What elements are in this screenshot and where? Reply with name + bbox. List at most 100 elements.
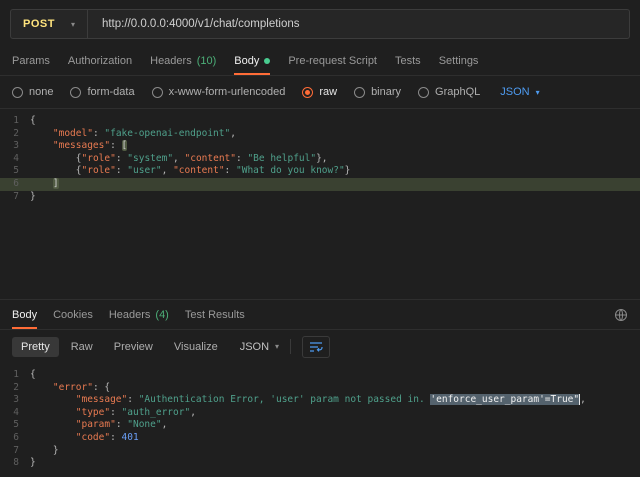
code-line-content: { xyxy=(30,369,36,382)
chevron-down-icon: ▾ xyxy=(275,342,279,351)
response-tabs: Body Cookies Headers(4) Test Results xyxy=(12,300,245,329)
request-body-editor[interactable]: 1{2 "model": "fake-openai-endpoint",3 "m… xyxy=(0,109,640,299)
radio-label: raw xyxy=(319,86,337,98)
network-icon[interactable] xyxy=(614,308,628,322)
body-type-row: none form-data x-www-form-urlencoded raw bin… xyxy=(0,76,640,109)
radio-label: none xyxy=(29,86,53,98)
tab-label: Tests xyxy=(395,55,421,67)
tab-count-badge: (10) xyxy=(197,55,217,67)
line-number: 5 xyxy=(0,419,30,432)
view-mode-pretty[interactable]: Pretty xyxy=(12,337,59,357)
url-text: http://0.0.0.0:4000/v1/chat/completions xyxy=(102,18,300,30)
code-line-content: } xyxy=(30,457,36,470)
code-line[interactable]: 1{ xyxy=(0,115,640,128)
radio-label: x-www-form-urlencoded xyxy=(169,86,286,98)
url-input[interactable]: http://0.0.0.0:4000/v1/chat/completions xyxy=(88,10,629,38)
tab-label: Authorization xyxy=(68,55,132,67)
radio-icon xyxy=(70,87,81,98)
code-line-content: {"role": "system", "content": "Be helpfu… xyxy=(30,153,328,166)
tab-label: Params xyxy=(12,55,50,67)
body-type-options: none form-data x-www-form-urlencoded raw bin… xyxy=(12,86,480,98)
response-view-modes: PrettyRawPreviewVisualize xyxy=(12,337,227,357)
body-type-form-data[interactable]: form-data xyxy=(70,86,134,98)
line-number: 4 xyxy=(0,153,30,166)
response-language-label: JSON xyxy=(240,341,269,353)
response-tab-test-results[interactable]: Test Results xyxy=(185,300,245,329)
code-line[interactable]: 1{ xyxy=(0,369,640,382)
request-tab-params[interactable]: Params xyxy=(12,47,50,75)
response-tab-cookies[interactable]: Cookies xyxy=(53,300,93,329)
radio-icon xyxy=(302,87,313,98)
body-type-graphql[interactable]: GraphQL xyxy=(418,86,480,98)
body-type-x-www-form-urlencoded[interactable]: x-www-form-urlencoded xyxy=(152,86,286,98)
request-tab-authorization[interactable]: Authorization xyxy=(68,47,132,75)
method-selector[interactable]: POST ▾ xyxy=(11,10,88,38)
request-tab-body[interactable]: Body xyxy=(234,47,270,75)
tab-label: Settings xyxy=(439,55,479,67)
request-language-selector[interactable]: JSON ▾ xyxy=(500,86,539,98)
response-panel: Body Cookies Headers(4) Test Results Pretty… xyxy=(0,299,640,477)
code-line-content: ] xyxy=(30,178,59,191)
code-line[interactable]: 2 "error": { xyxy=(0,382,640,395)
view-mode-preview[interactable]: Preview xyxy=(105,337,162,357)
code-line-content: } xyxy=(30,445,59,458)
line-number: 3 xyxy=(0,394,30,407)
request-tab-pre-request-script[interactable]: Pre-request Script xyxy=(288,47,377,75)
response-tab-headers[interactable]: Headers(4) xyxy=(109,300,169,329)
code-line[interactable]: 4 {"role": "system", "content": "Be help… xyxy=(0,153,640,166)
wrap-text-icon xyxy=(309,341,323,353)
tab-label: Body xyxy=(12,309,37,321)
code-line-content: "param": "None", xyxy=(30,419,167,432)
code-line[interactable]: 5 "param": "None", xyxy=(0,419,640,432)
line-number: 8 xyxy=(0,457,30,470)
code-line-content: "error": { xyxy=(30,382,110,395)
tab-label: Cookies xyxy=(53,309,93,321)
line-number: 7 xyxy=(0,191,30,204)
code-line-content: { xyxy=(30,115,36,128)
code-line[interactable]: 8} xyxy=(0,457,640,470)
radio-label: GraphQL xyxy=(435,86,480,98)
request-tab-tests[interactable]: Tests xyxy=(395,47,421,75)
request-url-bar: POST ▾ http://0.0.0.0:4000/v1/chat/compl… xyxy=(0,0,640,47)
code-line-content: } xyxy=(30,191,36,204)
code-line[interactable]: 6 ] xyxy=(0,178,640,191)
tab-label: Test Results xyxy=(185,309,245,321)
code-line[interactable]: 3 "message": "Authentication Error, 'use… xyxy=(0,394,640,407)
code-line[interactable]: 7 } xyxy=(0,445,640,458)
green-dot-icon xyxy=(264,58,270,64)
request-tab-headers[interactable]: Headers (10) xyxy=(150,47,216,75)
tab-label: Headers xyxy=(150,55,192,67)
code-line[interactable]: 6 "code": 401 xyxy=(0,432,640,445)
url-group: POST ▾ http://0.0.0.0:4000/v1/chat/compl… xyxy=(10,9,630,39)
code-line[interactable]: 7} xyxy=(0,191,640,204)
code-line[interactable]: 4 "type": "auth_error", xyxy=(0,407,640,420)
code-line-content: "message": "Authentication Error, 'user'… xyxy=(30,394,586,407)
radio-icon xyxy=(12,87,23,98)
line-number: 6 xyxy=(0,432,30,445)
line-number: 6 xyxy=(0,178,30,191)
chevron-down-icon: ▾ xyxy=(71,20,75,29)
line-number: 5 xyxy=(0,165,30,178)
tab-label: Body xyxy=(234,55,259,67)
code-line[interactable]: 5 {"role": "user", "content": "What do y… xyxy=(0,165,640,178)
response-tab-body[interactable]: Body xyxy=(12,300,37,329)
body-type-binary[interactable]: binary xyxy=(354,86,401,98)
response-language-selector[interactable]: JSON ▾ xyxy=(240,341,279,353)
body-type-none[interactable]: none xyxy=(12,86,53,98)
code-line-content: "type": "auth_error", xyxy=(30,407,196,420)
api-client-app: POST ▾ http://0.0.0.0:4000/v1/chat/compl… xyxy=(0,0,640,477)
request-tab-settings[interactable]: Settings xyxy=(439,47,479,75)
code-line-content: "code": 401 xyxy=(30,432,139,445)
code-line[interactable]: 3 "messages": [ xyxy=(0,140,640,153)
view-mode-visualize[interactable]: Visualize xyxy=(165,337,227,357)
body-type-raw[interactable]: raw xyxy=(302,86,337,98)
wrap-text-button[interactable] xyxy=(302,336,330,358)
response-body-editor[interactable]: 1{2 "error": {3 "message": "Authenticati… xyxy=(0,363,640,477)
tab-label: Pre-request Script xyxy=(288,55,377,67)
code-line[interactable]: 2 "model": "fake-openai-endpoint", xyxy=(0,128,640,141)
view-mode-raw[interactable]: Raw xyxy=(62,337,102,357)
response-toolbar: PrettyRawPreviewVisualize JSON ▾ xyxy=(0,330,640,363)
line-number: 4 xyxy=(0,407,30,420)
code-line-content: "messages": [ xyxy=(30,140,127,153)
toolbar-divider xyxy=(290,339,291,354)
